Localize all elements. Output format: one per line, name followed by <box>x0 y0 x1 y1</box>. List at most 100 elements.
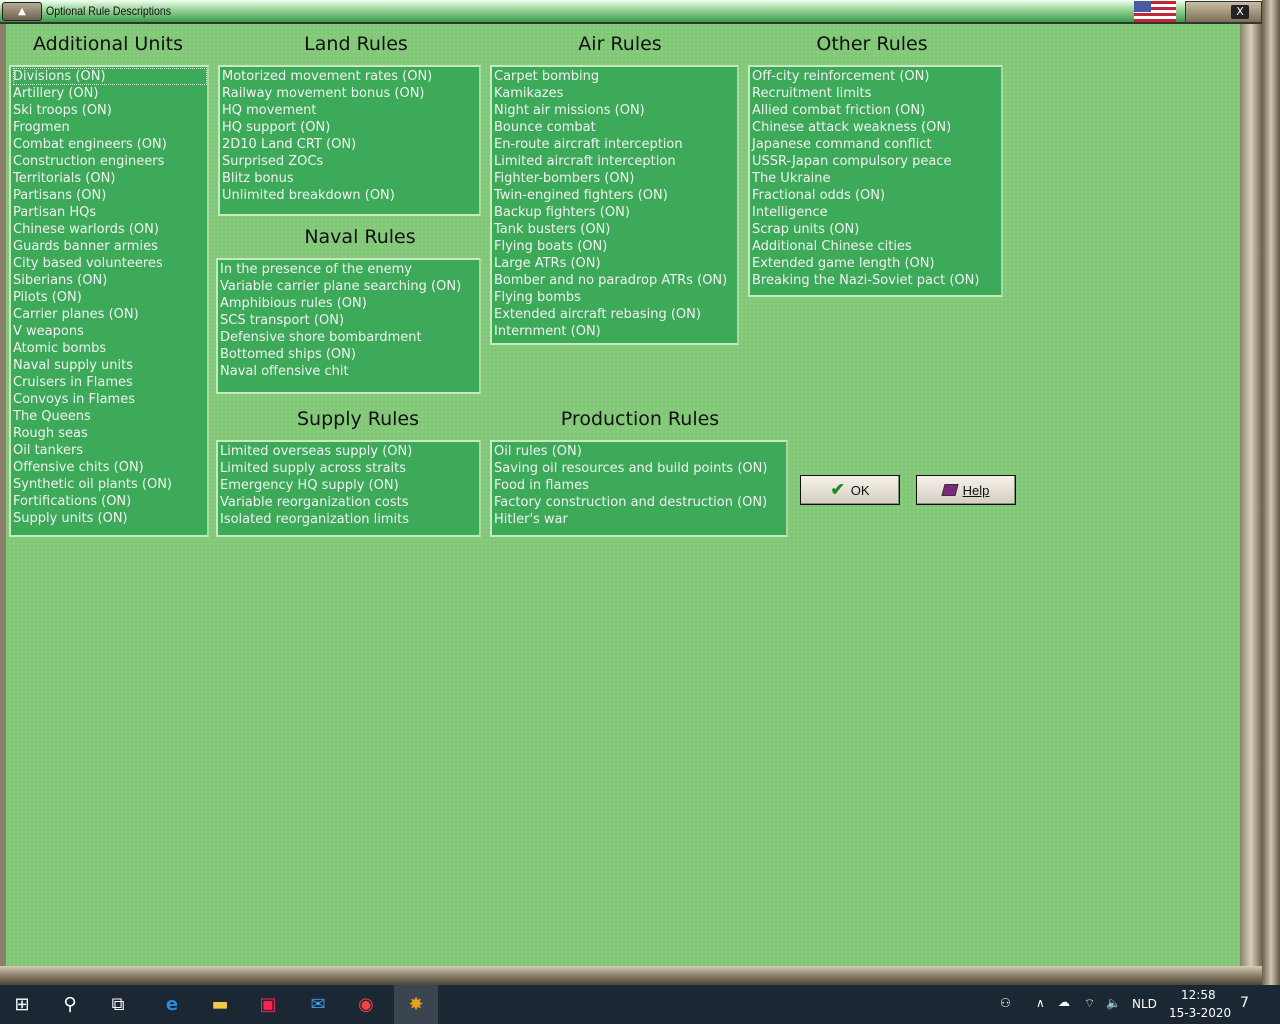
list-item[interactable]: Extended aircraft rebasing (ON) <box>494 306 737 323</box>
list-item[interactable]: Cruisers in Flames <box>13 374 207 391</box>
list-item[interactable]: Partisans (ON) <box>13 187 207 204</box>
list-item[interactable]: Atomic bombs <box>13 340 207 357</box>
game-app-icon[interactable]: ✸ <box>394 985 438 1024</box>
list-item[interactable]: Synthetic oil plants (ON) <box>13 476 207 493</box>
list-production-rules[interactable]: Oil rules (ON) Saving oil resources and b… <box>490 440 788 537</box>
list-item[interactable]: V weapons <box>13 323 207 340</box>
list-item[interactable]: Amphibious rules (ON) <box>220 295 479 312</box>
list-item[interactable]: Convoys in Flames <box>13 391 207 408</box>
list-item[interactable]: HQ movement <box>222 102 479 119</box>
clock-time[interactable]: 12:58 <box>1181 988 1216 1002</box>
list-item[interactable]: Allied combat friction (ON) <box>752 102 1001 119</box>
list-item[interactable]: Surprised ZOCs <box>222 153 479 170</box>
list-item[interactable]: Bounce combat <box>494 119 737 136</box>
mail-icon[interactable]: ✉ <box>296 985 340 1024</box>
list-item[interactable]: Recruitment limits <box>752 85 1001 102</box>
list-item[interactable]: Ski troops (ON) <box>13 102 207 119</box>
onedrive-icon[interactable]: ☁ <box>1058 995 1070 1009</box>
list-item[interactable]: Variable carrier plane searching (ON) <box>220 278 479 295</box>
list-item[interactable]: Flying boats (ON) <box>494 238 737 255</box>
list-item[interactable]: Large ATRs (ON) <box>494 255 737 272</box>
list-item[interactable]: Pilots (ON) <box>13 289 207 306</box>
title-bar[interactable]: ▲ Optional Rule Descriptions X <box>0 0 1262 23</box>
list-item[interactable]: Kamikazes <box>494 85 737 102</box>
list-item[interactable]: Fortifications (ON) <box>13 493 207 510</box>
list-item[interactable]: Intelligence <box>752 204 1001 221</box>
list-item[interactable]: Oil rules (ON) <box>494 443 786 460</box>
list-item[interactable]: Territorials (ON) <box>13 170 207 187</box>
file-explorer-icon[interactable]: ▬ <box>198 985 242 1024</box>
list-item[interactable]: Siberians (ON) <box>13 272 207 289</box>
list-item[interactable]: Hitler's war <box>494 511 786 528</box>
list-item[interactable]: Limited overseas supply (ON) <box>220 443 479 460</box>
chrome-icon[interactable]: ◉ <box>344 985 388 1024</box>
list-item[interactable]: Carrier planes (ON) <box>13 306 207 323</box>
list-item[interactable]: Motorized movement rates (ON) <box>222 68 479 85</box>
list-item[interactable]: Fighter-bombers (ON) <box>494 170 737 187</box>
list-item[interactable]: Breaking the Nazi-Soviet pact (ON) <box>752 272 1001 289</box>
list-item[interactable]: 2D10 Land CRT (ON) <box>222 136 479 153</box>
list-item[interactable]: Bomber and no paradrop ATRs (ON) <box>494 272 737 289</box>
list-item[interactable]: Internment (ON) <box>494 323 737 340</box>
list-item[interactable]: Defensive shore bombardment <box>220 329 479 346</box>
list-item[interactable]: Chinese attack weakness (ON) <box>752 119 1001 136</box>
list-item[interactable]: Offensive chits (ON) <box>13 459 207 476</box>
list-item[interactable]: Naval supply units <box>13 357 207 374</box>
list-additional-units[interactable]: Divisions (ON) Artillery (ON) Ski troops (… <box>9 65 209 537</box>
list-item[interactable]: City based volunteeres <box>13 255 207 272</box>
horizontal-scrollbar[interactable] <box>0 966 1262 985</box>
list-item[interactable]: Factory construction and destruction (ON… <box>494 494 786 511</box>
list-item[interactable]: Japanese command conflict <box>752 136 1001 153</box>
list-item[interactable]: Night air missions (ON) <box>494 102 737 119</box>
people-icon[interactable]: ⚇ <box>1000 996 1011 1010</box>
list-item[interactable]: USSR-Japan compulsory peace <box>752 153 1001 170</box>
list-item[interactable]: Supply units (ON) <box>13 510 207 527</box>
close-button[interactable]: X <box>1231 5 1249 19</box>
list-item[interactable]: Tank busters (ON) <box>494 221 737 238</box>
list-item[interactable]: Backup fighters (ON) <box>494 204 737 221</box>
list-item[interactable]: Scrap units (ON) <box>752 221 1001 238</box>
list-item[interactable]: Oil tankers <box>13 442 207 459</box>
edge-icon[interactable]: e <box>150 985 194 1024</box>
list-item[interactable]: Railway movement bonus (ON) <box>222 85 479 102</box>
ok-button[interactable]: ✔ OK <box>800 475 900 505</box>
task-view-icon[interactable]: ⧉ <box>96 985 140 1024</box>
language-indicator[interactable]: NLD <box>1132 997 1157 1011</box>
list-item[interactable]: Saving oil resources and build points (O… <box>494 460 786 477</box>
list-item[interactable]: Construction engineers <box>13 153 207 170</box>
list-item[interactable]: Twin-engined fighters (ON) <box>494 187 737 204</box>
vertical-scrollbar[interactable] <box>1240 24 1262 986</box>
list-item[interactable]: Emergency HQ supply (ON) <box>220 477 479 494</box>
list-item[interactable]: Limited aircraft interception <box>494 153 737 170</box>
list-item[interactable]: Limited supply across straits <box>220 460 479 477</box>
tray-expand-icon[interactable]: ∧ <box>1036 996 1045 1010</box>
store-icon[interactable]: ▣ <box>246 985 290 1024</box>
list-item[interactable]: Frogmen <box>13 119 207 136</box>
list-item[interactable]: Rough seas <box>13 425 207 442</box>
list-air-rules[interactable]: Carpet bombing Kamikazes Night air mission… <box>490 65 739 345</box>
list-naval-rules[interactable]: In the presence of the enemy Variable car… <box>216 258 481 394</box>
list-item[interactable]: Partisan HQs <box>13 204 207 221</box>
help-button[interactable]: Help <box>916 475 1016 505</box>
start-button[interactable]: ⊞ <box>0 985 44 1024</box>
list-item[interactable]: Bottomed ships (ON) <box>220 346 479 363</box>
list-other-rules[interactable]: Off-city reinforcement (ON) Recruitment l… <box>748 65 1003 297</box>
list-item[interactable]: Food in flames <box>494 477 786 494</box>
list-item[interactable]: HQ support (ON) <box>222 119 479 136</box>
list-item[interactable]: Fractional odds (ON) <box>752 187 1001 204</box>
list-item[interactable]: Extended game length (ON) <box>752 255 1001 272</box>
list-item[interactable]: The Ukraine <box>752 170 1001 187</box>
list-item[interactable]: Naval offensive chit <box>220 363 479 380</box>
list-item[interactable]: Variable reorganization costs <box>220 494 479 511</box>
list-item[interactable]: Isolated reorganization limits <box>220 511 479 528</box>
list-item[interactable]: Flying bombs <box>494 289 737 306</box>
volume-icon[interactable]: 🔈 <box>1106 996 1121 1010</box>
list-item[interactable]: Unlimited breakdown (ON) <box>222 187 479 204</box>
list-item[interactable]: Carpet bombing <box>494 68 737 85</box>
list-item[interactable]: The Queens <box>13 408 207 425</box>
list-item[interactable]: Off-city reinforcement (ON) <box>752 68 1001 85</box>
system-menu-button[interactable]: ▲ <box>2 2 42 21</box>
list-item[interactable]: Combat engineers (ON) <box>13 136 207 153</box>
list-item[interactable]: Guards banner armies <box>13 238 207 255</box>
list-item[interactable]: SCS transport (ON) <box>220 312 479 329</box>
